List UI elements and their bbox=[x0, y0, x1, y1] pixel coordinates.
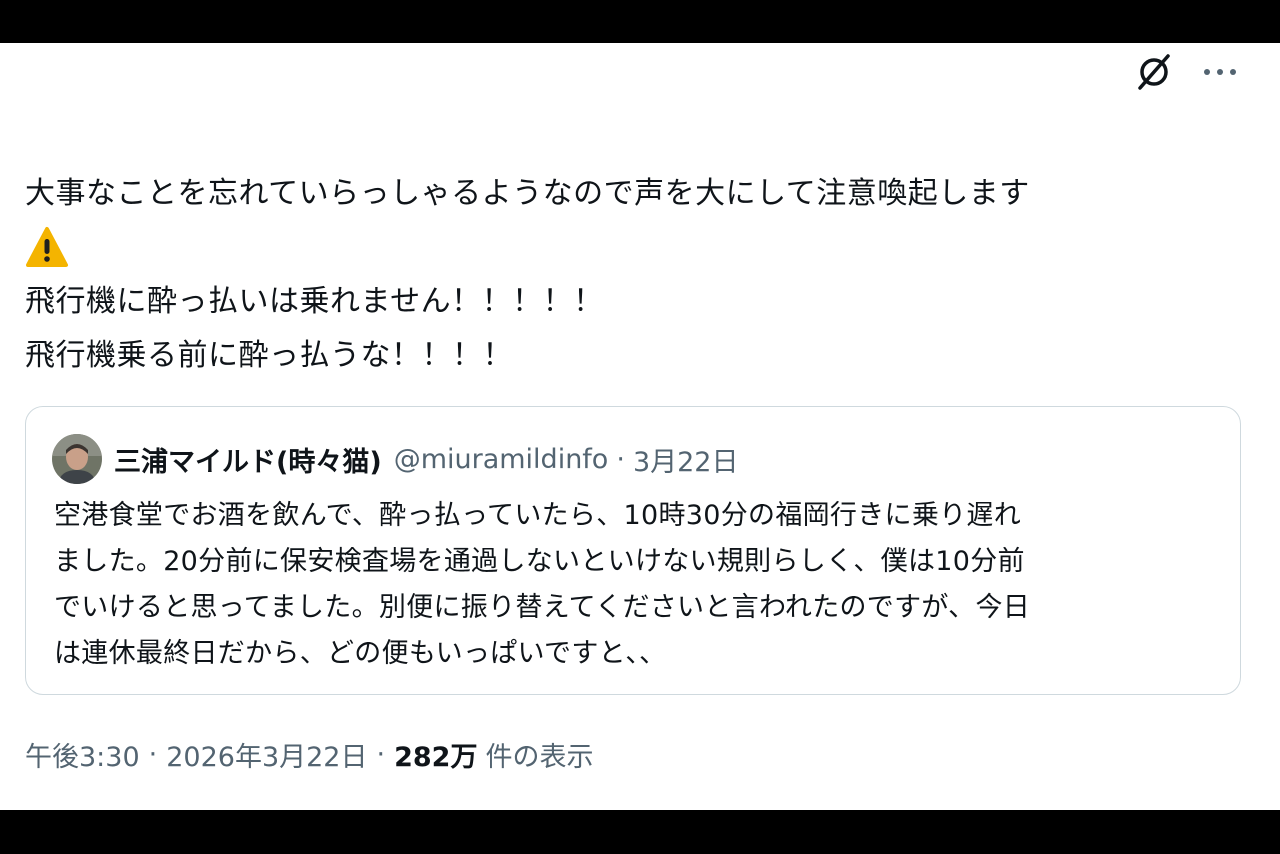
avatar[interactable] bbox=[52, 434, 102, 484]
quoted-date[interactable]: 3月22日 bbox=[633, 440, 739, 479]
tweet-text: 大事なことを忘れていらっしゃるようなので声を大にして注意喚起します 飛行機に酔っ… bbox=[25, 167, 1245, 383]
more-button[interactable] bbox=[1200, 52, 1240, 92]
quoted-separator: · bbox=[616, 443, 625, 475]
tweet-text-line: 大事なことを忘れていらっしゃるようなので声を大にして注意喚起します bbox=[25, 176, 1030, 211]
quoted-author-handle[interactable]: @miuramildinfo bbox=[394, 444, 609, 475]
tweet-time[interactable]: 午後3:30 bbox=[25, 735, 140, 774]
tweet-date[interactable]: 2026年3月22日 bbox=[166, 735, 367, 774]
quoted-tweet-text: 空港食堂でお酒を飲んで、酔っ払っていたら、10時30分の福岡行きに乗り遅れ まし… bbox=[54, 493, 1224, 677]
views-count: 282万 bbox=[394, 741, 478, 773]
quoted-tweet-header: 三浦マイルド(時々猫) @miuramildinfo · 3月22日 bbox=[52, 433, 738, 485]
meta-separator: · bbox=[148, 738, 158, 770]
meta-separator: · bbox=[376, 738, 386, 770]
tweet-meta: 午後3:30 · 2026年3月22日 · 282万 件の表示 bbox=[25, 732, 593, 776]
grok-icon bbox=[1138, 54, 1170, 90]
quoted-text-line: 空港食堂でお酒を飲んで、酔っ払っていたら、10時30分の福岡行きに乗り遅れ bbox=[54, 500, 1022, 531]
more-horizontal-icon bbox=[1204, 69, 1236, 75]
warning-icon bbox=[25, 221, 1245, 275]
quoted-text-line: は連休最終日だから、どの便もいっぱいですと､､ bbox=[54, 638, 654, 669]
quoted-text-line: でいけると思ってました。別便に振り替えてくださいと言われたのですが、今日 bbox=[54, 592, 1031, 623]
quoted-author-name[interactable]: 三浦マイルド(時々猫) bbox=[114, 440, 382, 479]
grok-button[interactable] bbox=[1134, 52, 1174, 92]
tweet-text-line: 飛行機乗る前に酔っ払うな！！！！ bbox=[25, 338, 513, 373]
quoted-text-line: ました。20分前に保安検査場を通過しないといけない規則らしく、僕は10分前 bbox=[54, 546, 1025, 577]
tweet-toolbar bbox=[1134, 52, 1240, 92]
views-label: 件の表示 bbox=[485, 741, 594, 773]
quoted-tweet-card[interactable]: 三浦マイルド(時々猫) @miuramildinfo · 3月22日 空港食堂で… bbox=[25, 406, 1241, 695]
tweet-text-line: 飛行機に酔っ払いは乗れません！！！！！ bbox=[25, 284, 604, 319]
